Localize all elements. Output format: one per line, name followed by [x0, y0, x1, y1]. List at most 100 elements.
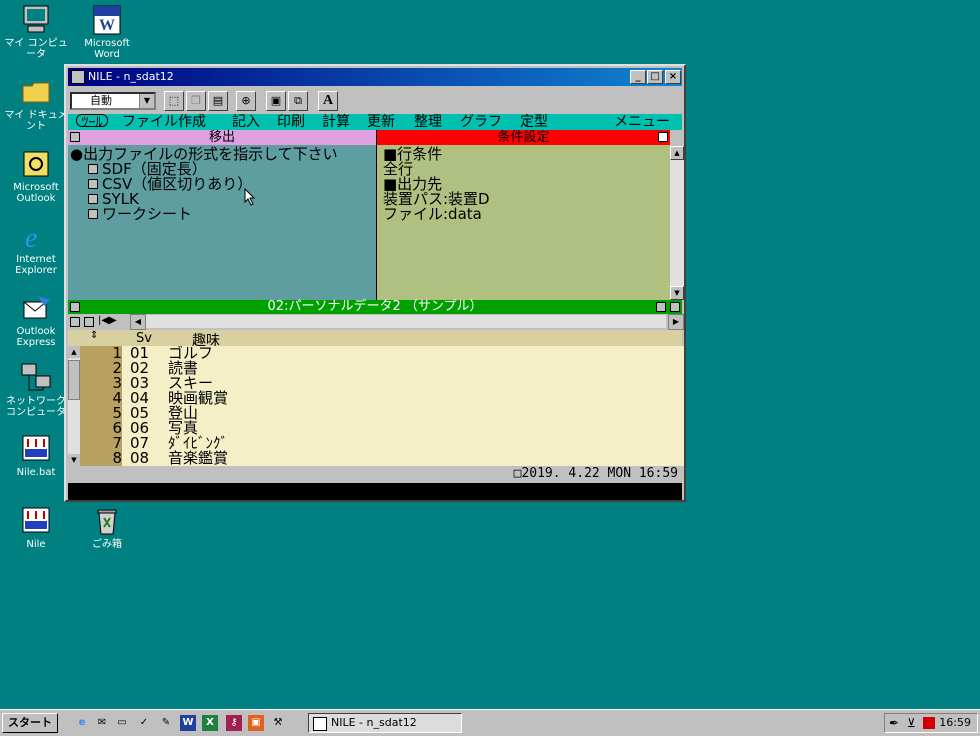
- table-row[interactable]: 5 05 登山: [68, 406, 684, 421]
- grid-vertical-scrollbar[interactable]: ▲ ▼: [68, 346, 80, 466]
- condition-line: ファイル:data: [383, 205, 482, 223]
- grid-header: ⇕ Sv 趣味: [68, 330, 682, 349]
- taskbar-clock[interactable]: 16:59: [939, 714, 971, 732]
- copy-icon[interactable]: ❐: [186, 91, 206, 111]
- desktop-icon-word[interactable]: W Microsoft Word: [71, 4, 143, 60]
- word-quicklaunch-icon[interactable]: W: [180, 715, 196, 731]
- svg-text:W: W: [99, 17, 115, 34]
- grid-view-icon[interactable]: [70, 317, 80, 327]
- record-nav-icon[interactable]: |◀▶: [98, 315, 117, 326]
- table-row[interactable]: 7 07 ﾀﾞｲﾋﾞﾝｸﾞ: [68, 436, 684, 451]
- scroll-right-icon[interactable]: ▶: [668, 314, 684, 330]
- window-title-bar[interactable]: NILE - n_sdat12 _ □ ×: [68, 68, 682, 86]
- scroll-up-icon[interactable]: ▲: [670, 146, 684, 160]
- desktop-icon-nile-bat[interactable]: Nile.bat: [0, 433, 72, 478]
- sheet-control-box[interactable]: [70, 302, 80, 312]
- powerpoint-quicklaunch-icon[interactable]: ▣: [248, 715, 264, 731]
- desktop-icon-ie[interactable]: e Internet Explorer: [0, 220, 72, 276]
- horizontal-scrollbar[interactable]: [146, 315, 666, 328]
- font-button[interactable]: A: [318, 91, 338, 111]
- data-grid: 1 01 ゴルフ 2 02 読書 3 03 スキー 4 04 映画観賞 5 05…: [68, 346, 684, 466]
- status-clock-text: 2019. 4.22 MON 16:59: [521, 466, 678, 481]
- menu-entry[interactable]: 記入: [232, 114, 260, 130]
- column-header-sv[interactable]: Sv: [136, 331, 152, 346]
- task-label: NILE - n_sdat12: [331, 716, 417, 729]
- desktop-icon-label: Internet Explorer: [15, 254, 57, 276]
- export-pane-header: 移出: [68, 130, 376, 145]
- network-icon: [20, 362, 52, 394]
- mode-combo[interactable]: 自動 ▼: [70, 92, 156, 110]
- table-row[interactable]: 4 04 映画観賞: [68, 391, 684, 406]
- desktop-quicklaunch-icon[interactable]: ▭: [114, 715, 130, 731]
- scroll-left-icon[interactable]: ◀: [130, 314, 146, 330]
- scroll-down-icon[interactable]: ▼: [670, 286, 684, 300]
- folder-icon: [20, 76, 52, 108]
- cell-hobby[interactable]: 音楽鑑賞: [168, 451, 228, 466]
- menu-organize[interactable]: 整理: [414, 114, 442, 130]
- chevron-down-icon[interactable]: ▼: [139, 94, 154, 108]
- app-icon[interactable]: [71, 70, 85, 84]
- command-line[interactable]: [68, 483, 682, 500]
- tools-quicklaunch-icon[interactable]: ⚒: [270, 715, 286, 731]
- tool-tag[interactable]: ﾂｰﾙ: [76, 114, 108, 131]
- desktop-icon-outlook[interactable]: Microsoft Outlook: [0, 148, 72, 204]
- export-pane: 移出 ●出力ファイルの形式を指示して下さい SDF（固定長） CSV（値区切りあ…: [68, 130, 377, 300]
- menu-graph[interactable]: グラフ: [460, 114, 502, 130]
- table-row[interactable]: 6 06 写真: [68, 421, 684, 436]
- menu-menu[interactable]: メニュー: [614, 114, 670, 130]
- pane-control-box[interactable]: [70, 132, 80, 142]
- channel-quicklaunch-icon[interactable]: ✓: [136, 715, 152, 731]
- desktop-icon-network[interactable]: ネットワーク コンピュータ: [0, 362, 72, 418]
- conditions-pane-title: 条件設定: [497, 130, 550, 145]
- desktop-icon-label: マイ コンピュータ: [4, 38, 68, 60]
- menu-print[interactable]: 印刷: [277, 114, 305, 130]
- menu-file-create[interactable]: ファイル作成: [122, 114, 206, 130]
- maximize-button[interactable]: □: [647, 70, 663, 84]
- desktop-icon-my-documents[interactable]: マイ ドキュメント: [0, 76, 72, 132]
- sort-icon[interactable]: ⇕: [90, 330, 98, 341]
- task-nile[interactable]: NILE - n_sdat12: [308, 713, 462, 733]
- cell-sv[interactable]: 08: [130, 451, 149, 466]
- table-row[interactable]: 1 01 ゴルフ: [68, 346, 684, 361]
- table-row[interactable]: 8 08 音楽鑑賞: [68, 451, 684, 466]
- window-layout-icon[interactable]: ⧉: [288, 91, 308, 111]
- close-button[interactable]: ×: [665, 70, 681, 84]
- sheet-split-icon[interactable]: [670, 302, 680, 312]
- notepad-quicklaunch-icon[interactable]: ✎: [158, 715, 174, 731]
- ime-icon[interactable]: ✒: [889, 716, 899, 730]
- select-icon[interactable]: ⬚: [164, 91, 184, 111]
- ie-quicklaunch-icon[interactable]: e: [74, 715, 90, 731]
- fit-window-icon[interactable]: ⊕: [236, 91, 256, 111]
- volume-tray-icon[interactable]: [923, 717, 935, 729]
- minimize-button[interactable]: _: [630, 70, 646, 84]
- form-view-icon[interactable]: [84, 317, 94, 327]
- access-quicklaunch-icon[interactable]: ⚷: [226, 715, 242, 731]
- menu-bar: ﾂｰﾙ ファイル作成 記入 印刷 計算 更新 整理 グラフ 定型 メニュー: [68, 114, 682, 131]
- scroll-down-icon[interactable]: ▼: [68, 454, 80, 466]
- network-tray-icon[interactable]: ⊻: [907, 716, 916, 730]
- scroll-thumb[interactable]: [68, 360, 80, 400]
- menu-template[interactable]: 定型: [520, 114, 548, 130]
- paste-icon[interactable]: ▤: [208, 91, 228, 111]
- desktop-icon-nile[interactable]: Nile: [0, 505, 72, 550]
- nile-icon: [20, 505, 52, 537]
- table-row[interactable]: 3 03 スキー: [68, 376, 684, 391]
- print-icon[interactable]: ▣: [266, 91, 286, 111]
- excel-quicklaunch-icon[interactable]: X: [202, 715, 218, 731]
- scroll-up-icon[interactable]: ▲: [68, 346, 80, 358]
- desktop-icon-recycle-bin[interactable]: ごみ箱: [71, 505, 143, 550]
- menu-calc[interactable]: 計算: [322, 114, 350, 130]
- pane-split-icon[interactable]: [658, 132, 668, 142]
- desktop-icon-label: Outlook Express: [16, 326, 56, 348]
- option-marker: [88, 164, 98, 174]
- table-row[interactable]: 2 02 読書: [68, 361, 684, 376]
- menu-update[interactable]: 更新: [367, 114, 395, 130]
- option-worksheet[interactable]: ワークシート: [102, 207, 192, 222]
- start-button[interactable]: スタート: [2, 713, 58, 733]
- desktop-icon-label: Nile: [26, 539, 46, 550]
- outlook-express-quicklaunch-icon[interactable]: ✉: [94, 715, 110, 731]
- conditions-scrollbar[interactable]: ▲ ▼: [670, 146, 684, 300]
- desktop-icon-my-computer[interactable]: マイ コンピュータ: [0, 4, 72, 60]
- desktop-icon-outlook-express[interactable]: Outlook Express: [0, 292, 72, 348]
- sheet-restore-icon[interactable]: [656, 302, 666, 312]
